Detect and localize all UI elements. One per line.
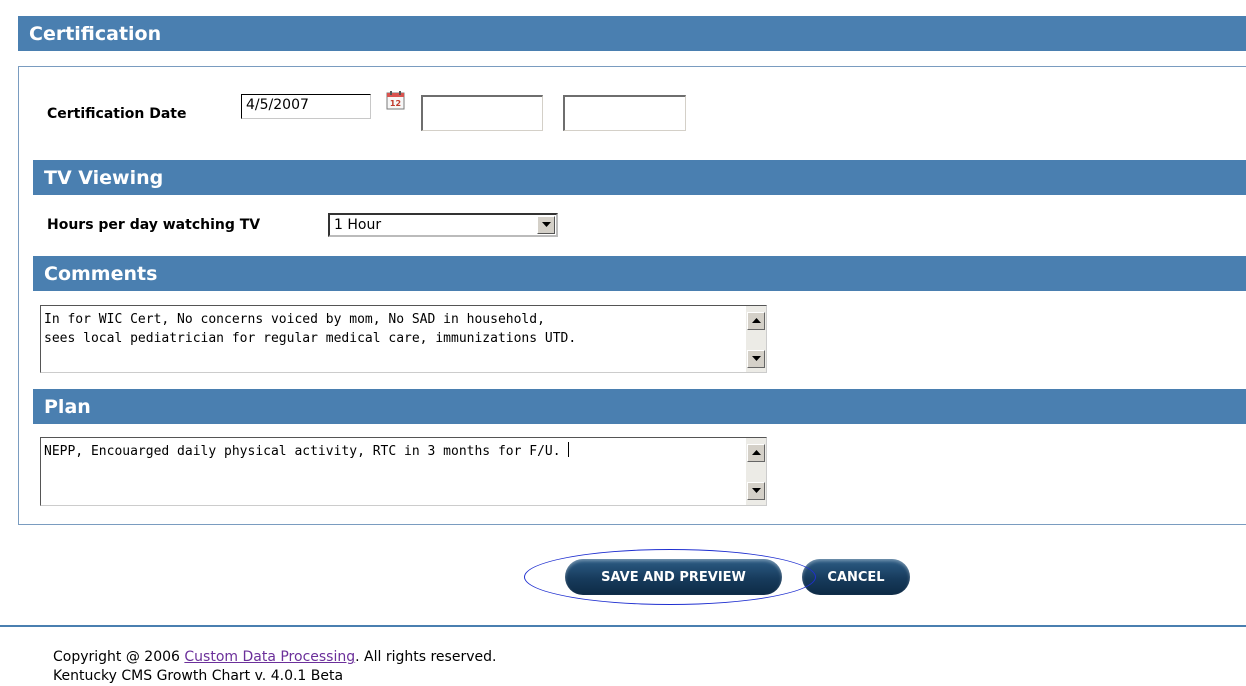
section-header-comments: Comments [33,256,1246,291]
save-and-preview-button[interactable]: SAVE AND PREVIEW [565,559,782,595]
comments-scrollbar[interactable] [746,306,766,372]
scroll-up-icon[interactable] [747,312,765,330]
section-title-plan: Plan [44,395,91,418]
certification-date-value: 4/5/2007 [246,97,309,113]
scroll-up-icon[interactable] [747,444,765,462]
cancel-button[interactable]: CANCEL [802,559,910,595]
scroll-down-icon[interactable] [747,482,765,500]
copyright-line: Copyright @ 2006 Custom Data Processing.… [53,649,497,665]
certification-date-label: Certification Date [47,106,187,122]
dropdown-arrow-icon[interactable] [537,216,555,234]
tv-hours-label: Hours per day watching TV [47,217,261,233]
section-title-certification: Certification [29,22,162,45]
text-cursor [568,442,570,457]
certification-extra-field-1[interactable] [421,95,543,131]
section-title-comments: Comments [44,262,158,285]
plan-scrollbar[interactable] [746,438,766,505]
section-header-certification: Certification [18,16,1246,51]
scroll-down-icon[interactable] [747,350,765,368]
certification-extra-field-2[interactable] [563,95,686,131]
section-header-plan: Plan [33,389,1246,424]
section-title-tv-viewing: TV Viewing [44,166,164,189]
plan-text: NEPP, Encouarged daily physical activity… [44,442,570,459]
plan-textarea[interactable]: NEPP, Encouarged daily physical activity… [40,437,767,506]
tv-hours-select[interactable]: 1 Hour [328,213,558,237]
comments-textarea[interactable]: In for WIC Cert, No concerns voiced by m… [40,305,767,373]
calendar-icon[interactable]: 12 [386,91,405,110]
section-header-tv-viewing: TV Viewing [33,160,1246,195]
version-line: Kentucky CMS Growth Chart v. 4.0.1 Beta [53,668,344,684]
cancel-label: CANCEL [827,569,885,585]
footer-divider [0,625,1246,627]
tv-hours-selected-value: 1 Hour [334,217,382,233]
company-link[interactable]: Custom Data Processing [184,649,355,665]
footer: Copyright @ 2006 Custom Data Processing.… [53,648,496,686]
comments-text: In for WIC Cert, No concerns voiced by m… [44,312,577,346]
save-and-preview-label: SAVE AND PREVIEW [601,569,746,585]
certification-date-input[interactable]: 4/5/2007 [241,94,371,119]
svg-text:12: 12 [390,99,401,108]
